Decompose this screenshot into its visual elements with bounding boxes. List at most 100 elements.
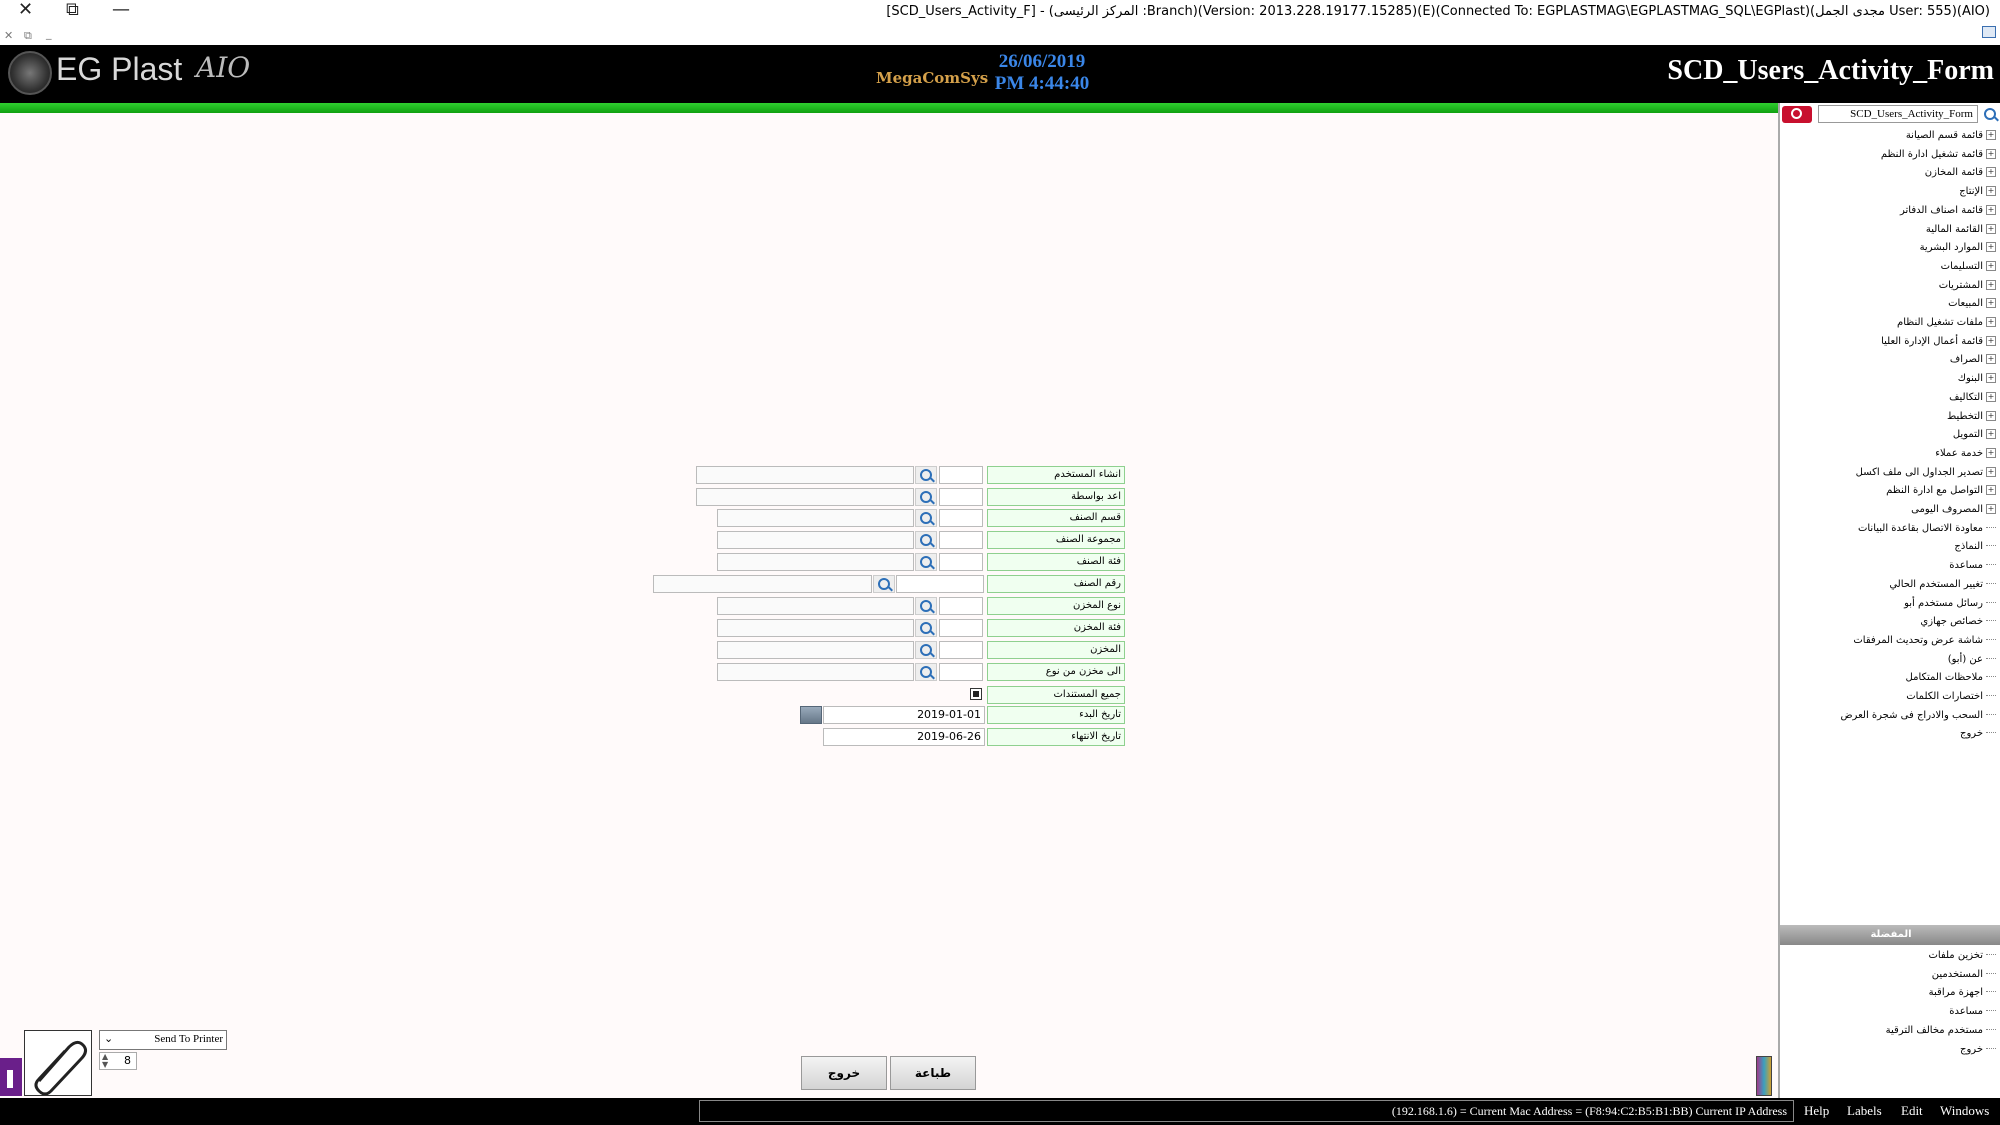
expand-plus-icon[interactable]: + [1986, 410, 1996, 421]
tree-item[interactable]: رسائل مستخدم أبو [1904, 595, 1996, 613]
filter-code-input[interactable] [896, 575, 984, 593]
expand-plus-icon[interactable]: + [1986, 354, 1996, 365]
expand-plus-icon[interactable]: + [1986, 130, 1996, 140]
lookup-button[interactable] [915, 619, 937, 637]
expand-plus-icon[interactable]: + [1986, 373, 1996, 384]
menu-labels[interactable]: Labels [1847, 1103, 1882, 1119]
tree-item[interactable]: +خدمة عملاء [1935, 445, 1996, 463]
favorite-item[interactable]: المستخدمين [1932, 966, 1996, 984]
restore-window-icon[interactable]: ⧉ [66, 0, 79, 20]
lookup-button[interactable] [915, 553, 937, 571]
lookup-button[interactable] [915, 488, 937, 506]
stepper-down-icon[interactable]: ▼ [102, 1060, 108, 1069]
expand-plus-icon[interactable]: + [1986, 242, 1996, 253]
expand-plus-icon[interactable]: + [1986, 317, 1996, 327]
start-date-field[interactable]: 2019-01-01 [823, 706, 985, 724]
tree-item[interactable]: النماذج [1954, 538, 1996, 556]
tree-item[interactable]: مساعدة [1949, 557, 1996, 575]
filter-code-input[interactable] [939, 663, 983, 681]
filter-code-input[interactable] [939, 509, 983, 527]
tree-item[interactable]: +المصروف اليومى [1911, 501, 1996, 519]
tree-item[interactable]: +التواصل مع ادارة النظم [1886, 482, 1996, 500]
menu-edit[interactable]: Edit [1901, 1103, 1923, 1119]
exit-button[interactable]: خروج [801, 1056, 887, 1090]
filter-code-input[interactable] [939, 466, 983, 484]
tree-item[interactable]: +قائمة اصناف الدفاتر [1900, 202, 1996, 220]
tree-item[interactable]: ملاحظات المتكامل [1906, 669, 1996, 687]
lookup-button[interactable] [873, 575, 895, 593]
favorite-item[interactable]: مساعدة [1949, 1003, 1996, 1021]
tree-item[interactable]: +القائمة المالية [1926, 221, 1996, 239]
filter-code-input[interactable] [939, 531, 983, 549]
tree-item[interactable]: تغيير المستخدم الحالي [1889, 576, 1996, 594]
tree-item[interactable]: عن (أبو) [1948, 651, 1996, 669]
tree-item[interactable]: +التسليمات [1941, 258, 1996, 276]
expand-plus-icon[interactable]: + [1986, 167, 1996, 178]
expand-plus-icon[interactable]: + [1986, 504, 1996, 514]
favorite-item[interactable]: خروج [1960, 1041, 1996, 1059]
lookup-button[interactable] [915, 531, 937, 549]
expand-plus-icon[interactable]: + [1986, 466, 1996, 477]
tree-item[interactable]: +قائمة المخازن [1925, 164, 1996, 182]
expand-plus-icon[interactable]: + [1986, 148, 1996, 159]
tree-item[interactable]: خصائص جهازي [1920, 613, 1996, 631]
side-tab[interactable] [0, 1058, 22, 1096]
tree-item[interactable]: +التكاليف [1949, 389, 1996, 407]
lookup-button[interactable] [915, 641, 937, 659]
tree-item[interactable]: +ملفات تشغيل النظام [1897, 314, 1996, 332]
tree-item[interactable]: +التمويل [1953, 426, 1996, 444]
tree-item[interactable]: +قائمة تشغيل ادارة النظم [1881, 146, 1996, 164]
tree-item[interactable]: اختصارات الكلمات [1906, 688, 1996, 706]
expand-plus-icon[interactable]: + [1986, 223, 1996, 234]
copies-stepper[interactable]: ▲ ▼ 8 [99, 1052, 137, 1070]
expand-plus-icon[interactable]: + [1986, 298, 1996, 309]
tree-item[interactable]: +تصدير الجداول الى ملف اكسل [1856, 464, 1996, 482]
filter-code-input[interactable] [939, 488, 983, 506]
all-documents-checkbox[interactable] [970, 688, 982, 700]
favorite-item[interactable]: مستخدم مخالف الترقية [1886, 1022, 1996, 1040]
print-button[interactable]: طباعة [890, 1056, 976, 1090]
lookup-button[interactable] [915, 663, 937, 681]
minimize-window-icon[interactable]: — [112, 0, 130, 20]
tree-item[interactable]: +قائمة أعمال الإدارة العليا [1881, 333, 1996, 351]
expand-plus-icon[interactable]: + [1986, 429, 1996, 440]
expand-plus-icon[interactable]: + [1986, 391, 1996, 402]
tree-item[interactable]: +الموارد البشرية [1920, 239, 1996, 257]
menu-search-input[interactable]: SCD_Users_Activity_Form [1818, 105, 1978, 123]
tree-item[interactable]: معاودة الاتصال بقاعدة البيانات [1858, 520, 1996, 538]
end-date-field[interactable]: 2019-06-26 [823, 728, 985, 746]
output-select[interactable]: ⌄ Send To Printer [99, 1030, 227, 1050]
tree-item[interactable]: +قائمة قسم الصيانة [1906, 127, 1996, 145]
lookup-button[interactable] [915, 597, 937, 615]
expand-plus-icon[interactable]: + [1986, 485, 1996, 496]
mdi-close-icon[interactable]: ✕ [4, 26, 13, 46]
tree-item[interactable]: +التخطيط [1947, 408, 1996, 426]
menu-help[interactable]: Help [1804, 1103, 1829, 1119]
filter-code-input[interactable] [939, 641, 983, 659]
close-window-icon[interactable]: ✕ [18, 0, 33, 20]
tree-item[interactable]: +البنوك [1958, 370, 1996, 388]
attachments-button[interactable] [24, 1030, 92, 1096]
lookup-button[interactable] [915, 509, 937, 527]
expand-plus-icon[interactable]: + [1986, 260, 1996, 271]
tree-item[interactable]: +المبيعات [1948, 295, 1996, 313]
tree-item[interactable]: السحب والادراج فى شجرة العرض [1840, 707, 1996, 725]
calendar-icon[interactable] [800, 706, 822, 724]
tree-item[interactable]: +الإنتاج [1959, 183, 1996, 201]
color-strip-icon[interactable] [1756, 1056, 1772, 1096]
filter-code-input[interactable] [939, 553, 983, 571]
tree-item[interactable]: خروج [1960, 725, 1996, 743]
favorite-item[interactable]: اجهزة مراقبة [1929, 984, 1996, 1002]
search-button[interactable] [1782, 106, 1812, 123]
tree-item[interactable]: +الصراف [1950, 351, 1996, 369]
expand-plus-icon[interactable]: + [1986, 186, 1996, 197]
find-button[interactable] [1980, 106, 1998, 122]
tree-item[interactable]: شاشة عرض وتحديث المرفقات [1853, 632, 1996, 650]
favorite-item[interactable]: تخزين ملفات [1928, 947, 1996, 965]
mdi-restore-icon[interactable]: ⧉ [24, 26, 32, 46]
expand-plus-icon[interactable]: + [1986, 335, 1996, 346]
expand-plus-icon[interactable]: + [1986, 204, 1996, 215]
tree-item[interactable]: +المشتريات [1939, 277, 1996, 295]
mdi-minimize-icon[interactable]: _ [46, 24, 52, 44]
lookup-button[interactable] [915, 466, 937, 484]
